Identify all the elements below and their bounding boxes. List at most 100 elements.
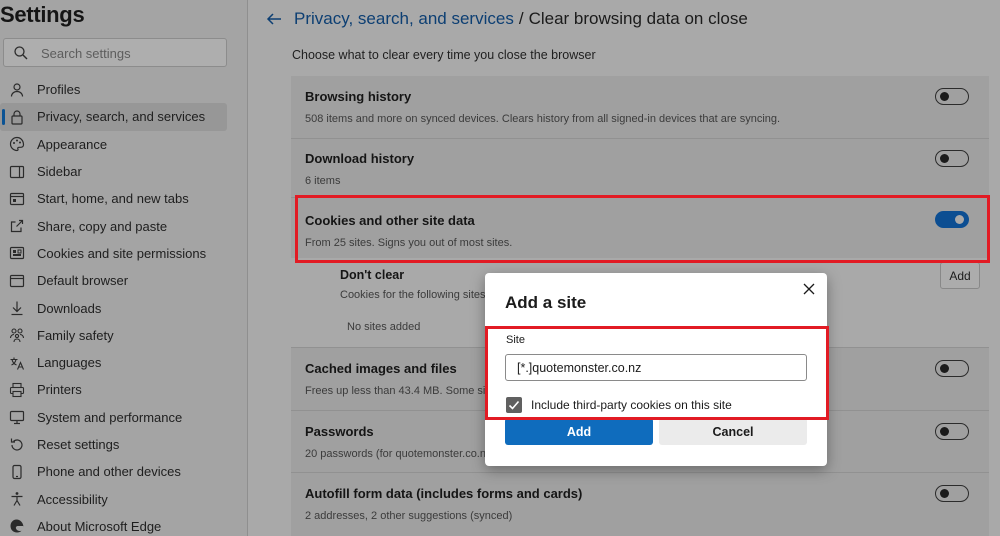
- breadcrumb: Privacy, search, and services / Clear br…: [265, 8, 748, 30]
- site-input[interactable]: [505, 354, 807, 381]
- sidebar-item-appearance[interactable]: Appearance: [0, 131, 248, 158]
- sidebar-item-privacy[interactable]: Privacy, search, and services: [0, 103, 227, 131]
- row-subtitle: From 25 sites. Signs you out of most sit…: [305, 237, 513, 249]
- sidebar-item-label: Family safety: [37, 327, 114, 343]
- sidebar-item-label: Sidebar: [37, 164, 82, 180]
- dont-clear-title: Don't clear: [340, 268, 405, 282]
- settings-nav: Profiles Privacy, search, and services A…: [0, 76, 248, 536]
- row-subtitle: 20 passwords (for quotemonster.co.nz, a: [305, 448, 504, 460]
- sidebar-item-label: Default browser: [37, 273, 129, 289]
- sidebar-item-about[interactable]: About Microsoft Edge: [0, 513, 248, 536]
- phone-icon: [9, 464, 25, 480]
- sidebar-icon: [9, 164, 25, 180]
- sidebar-item-label: Phone and other devices: [37, 464, 181, 480]
- browsing-history-row: Browsing history 508 items and more on s…: [291, 76, 989, 138]
- sidebar-item-label: System and performance: [37, 409, 183, 425]
- search-icon: [14, 46, 28, 60]
- sidebar-item-profiles[interactable]: Profiles: [0, 76, 248, 103]
- system-icon: [9, 409, 25, 425]
- toggle-knob: [955, 215, 964, 224]
- dialog-cancel-button[interactable]: Cancel: [659, 418, 807, 445]
- sidebar-item-label: About Microsoft Edge: [37, 518, 162, 534]
- toggle-knob: [940, 92, 949, 101]
- languages-icon: [9, 355, 25, 371]
- third-party-cookies-checkbox[interactable]: [506, 397, 522, 413]
- page-intro: Choose what to clear every time you clos…: [292, 48, 596, 62]
- sidebar-item-accessibility[interactable]: Accessibility: [0, 485, 248, 512]
- home-icon: [9, 191, 25, 207]
- sidebar-item-printers[interactable]: Printers: [0, 376, 248, 403]
- browsing-history-toggle[interactable]: [935, 88, 969, 105]
- cookies-row: Cookies and other site data From 25 site…: [291, 198, 989, 258]
- sidebar-item-cookies-permissions[interactable]: Cookies and site permissions: [0, 240, 248, 267]
- dont-clear-subtitle: Cookies for the following sites w: [340, 289, 497, 301]
- sidebar-item-share[interactable]: Share, copy and paste: [0, 212, 248, 239]
- reset-icon: [9, 437, 25, 453]
- no-sites-text: No sites added: [347, 321, 421, 333]
- appearance-icon: [9, 136, 25, 152]
- cached-images-toggle[interactable]: [935, 360, 969, 377]
- row-title: Download history: [305, 151, 415, 166]
- settings-sidebar: Settings Profiles Privacy, search, and s…: [0, 0, 248, 536]
- third-party-cookies-label[interactable]: Include third-party cookies on this site: [531, 398, 732, 412]
- toggle-knob: [940, 364, 949, 373]
- autofill-row: Autofill form data (includes forms and c…: [291, 473, 989, 536]
- sidebar-item-family-safety[interactable]: Family safety: [0, 322, 248, 349]
- sidebar-item-label: Languages: [37, 355, 102, 371]
- sidebar-item-default-browser[interactable]: Default browser: [0, 267, 248, 294]
- sidebar-item-sidebar[interactable]: Sidebar: [0, 158, 248, 185]
- checkmark-icon: [508, 400, 520, 410]
- download-icon: [9, 300, 25, 316]
- close-icon[interactable]: [801, 281, 817, 297]
- row-subtitle: 508 items and more on synced devices. Cl…: [305, 113, 781, 125]
- sidebar-item-label: Accessibility: [37, 491, 108, 507]
- sidebar-item-label: Printers: [37, 382, 82, 398]
- sidebar-item-label: Share, copy and paste: [37, 218, 168, 234]
- cookies-toggle[interactable]: [935, 211, 969, 228]
- sidebar-item-phone[interactable]: Phone and other devices: [0, 458, 248, 485]
- sidebar-item-label: Downloads: [37, 300, 102, 316]
- autofill-toggle[interactable]: [935, 485, 969, 502]
- toggle-knob: [940, 427, 949, 436]
- breadcrumb-separator: /: [518, 9, 524, 28]
- sidebar-item-label: Privacy, search, and services: [37, 109, 206, 125]
- lock-icon: [9, 109, 25, 125]
- family-icon: [9, 327, 25, 343]
- printer-icon: [9, 382, 25, 398]
- breadcrumb-parent-link[interactable]: Privacy, search, and services: [294, 9, 514, 29]
- profile-icon: [9, 82, 25, 98]
- add-site-dialog: Add a site Site Include third-party cook…: [485, 273, 827, 466]
- row-subtitle: 6 items: [305, 175, 341, 187]
- sidebar-item-label: Start, home, and new tabs: [37, 191, 189, 207]
- sidebar-item-languages[interactable]: Languages: [0, 349, 248, 376]
- passwords-toggle[interactable]: [935, 423, 969, 440]
- download-history-toggle[interactable]: [935, 150, 969, 167]
- search-box[interactable]: [3, 38, 227, 67]
- search-input[interactable]: [41, 44, 221, 62]
- row-title: Autofill form data (includes forms and c…: [305, 486, 583, 501]
- row-title: Cookies and other site data: [305, 213, 475, 228]
- row-subtitle: Frees up less than 43.4 MB. Some sites c: [305, 385, 509, 397]
- accessibility-icon: [9, 491, 25, 507]
- toggle-knob: [940, 489, 949, 498]
- row-title: Passwords: [305, 424, 374, 439]
- settings-title: Settings: [0, 2, 85, 27]
- sidebar-item-label: Cookies and site permissions: [37, 245, 207, 261]
- row-title: Cached images and files: [305, 361, 457, 376]
- site-permissions-icon: [9, 245, 25, 261]
- sidebar-item-label: Reset settings: [37, 437, 120, 452]
- sidebar-item-system[interactable]: System and performance: [0, 404, 248, 431]
- download-history-row: Download history 6 items: [291, 139, 989, 197]
- edge-icon: [9, 518, 25, 534]
- sidebar-item-downloads[interactable]: Downloads: [0, 294, 248, 321]
- page-title: Clear browsing data on close: [528, 9, 748, 28]
- back-arrow-icon[interactable]: [265, 10, 283, 28]
- row-subtitle: 2 addresses, 2 other suggestions (synced…: [305, 510, 513, 522]
- dialog-add-button[interactable]: Add: [505, 418, 653, 445]
- sidebar-item-label: Appearance: [37, 136, 108, 152]
- site-field-label: Site: [506, 334, 525, 346]
- sidebar-item-start-home[interactable]: Start, home, and new tabs: [0, 185, 248, 212]
- sidebar-item-reset[interactable]: Reset settings: [0, 431, 248, 458]
- dont-clear-add-button[interactable]: Add: [940, 262, 980, 289]
- sidebar-item-label: Profiles: [37, 82, 81, 98]
